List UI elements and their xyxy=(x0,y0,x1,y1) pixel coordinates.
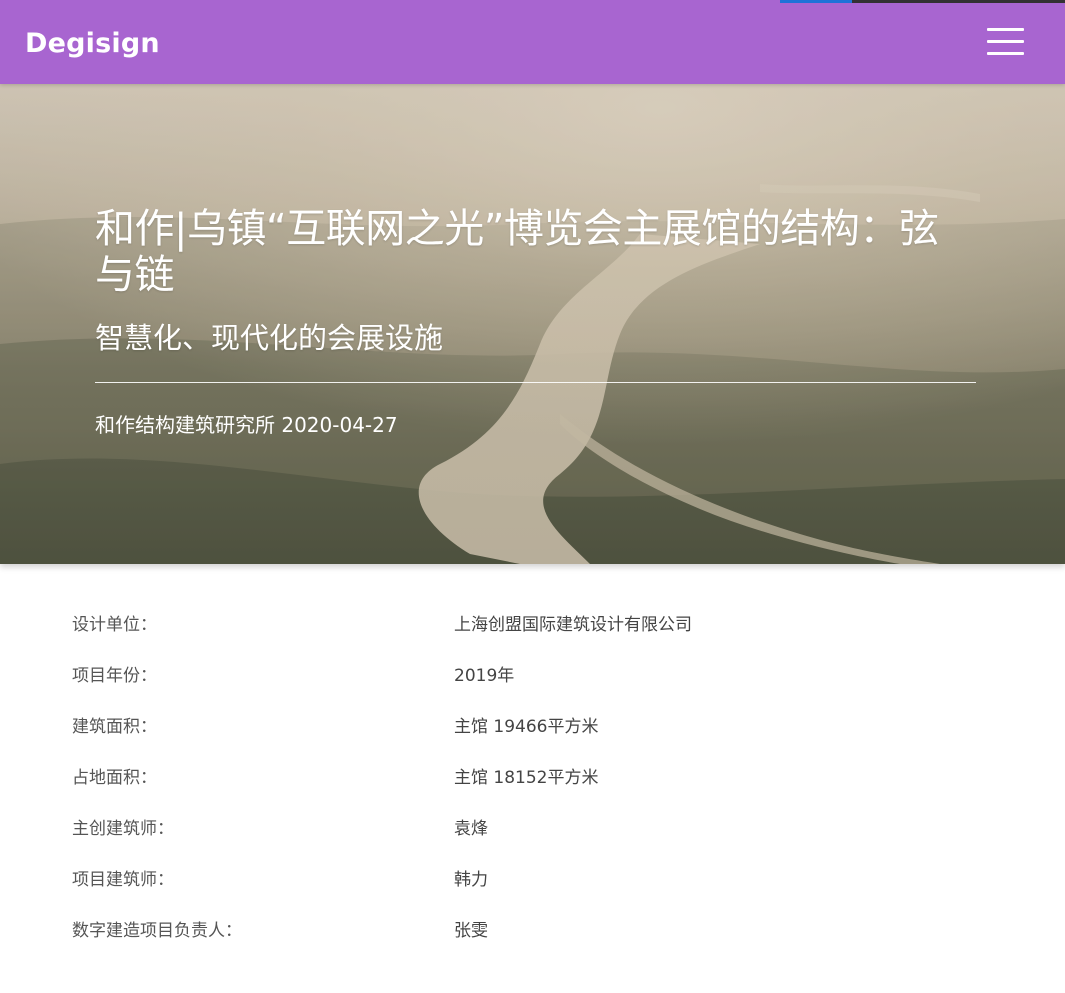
top-navbar: Degisign xyxy=(0,0,1065,84)
top-accent-dark xyxy=(852,0,1065,3)
info-label: 项目建筑师： xyxy=(72,870,174,890)
info-value: 袁烽 xyxy=(454,819,488,839)
hero-divider xyxy=(95,382,976,383)
info-row: 建筑面积： 主馆 19466平方米 xyxy=(72,714,972,765)
info-row: 项目年份： 2019年 xyxy=(72,663,972,714)
menu-line xyxy=(987,52,1024,55)
hamburger-menu-icon[interactable] xyxy=(982,25,1028,59)
menu-line xyxy=(987,40,1024,43)
info-row: 数字建造项目负责人： 张雯 xyxy=(72,918,972,969)
info-value: 主馆 18152平方米 xyxy=(454,768,599,788)
info-label: 占地面积： xyxy=(72,768,157,788)
info-row: 主创建筑师： 袁烽 xyxy=(72,816,972,867)
info-row: 占地面积： 主馆 18152平方米 xyxy=(72,765,972,816)
info-value: 上海创盟国际建筑设计有限公司 xyxy=(454,615,692,635)
info-value: 2019年 xyxy=(454,666,515,686)
article-title: 和作|乌镇“互联网之光”博览会主展馆的结构：弦与链 xyxy=(95,206,939,298)
info-label: 数字建造项目负责人： xyxy=(72,921,242,941)
menu-line xyxy=(987,28,1024,31)
info-label: 建筑面积： xyxy=(72,717,157,737)
article-author-date: 和作结构建筑研究所 2020-04-27 xyxy=(95,413,398,437)
info-value: 韩力 xyxy=(454,870,488,890)
hero-content: 和作|乌镇“互联网之光”博览会主展馆的结构：弦与链 智慧化、现代化的会展设施 和… xyxy=(95,206,976,438)
brand-logo-text[interactable]: Degisign xyxy=(25,26,160,62)
info-label: 主创建筑师： xyxy=(72,819,174,839)
info-value: 主馆 19466平方米 xyxy=(454,717,599,737)
top-accent-blue xyxy=(780,0,852,3)
hero-banner: 和作|乌镇“互联网之光”博览会主展馆的结构：弦与链 智慧化、现代化的会展设施 和… xyxy=(0,84,1065,564)
info-label: 项目年份： xyxy=(72,666,157,686)
article-subtitle: 智慧化、现代化的会展设施 xyxy=(95,321,444,355)
info-row: 项目建筑师： 韩力 xyxy=(72,867,972,918)
info-value: 张雯 xyxy=(454,921,488,941)
info-row: 设计单位： 上海创盟国际建筑设计有限公司 xyxy=(72,612,972,663)
project-info-list: 设计单位： 上海创盟国际建筑设计有限公司 项目年份： 2019年 建筑面积： 主… xyxy=(72,612,972,969)
info-label: 设计单位： xyxy=(72,615,157,635)
